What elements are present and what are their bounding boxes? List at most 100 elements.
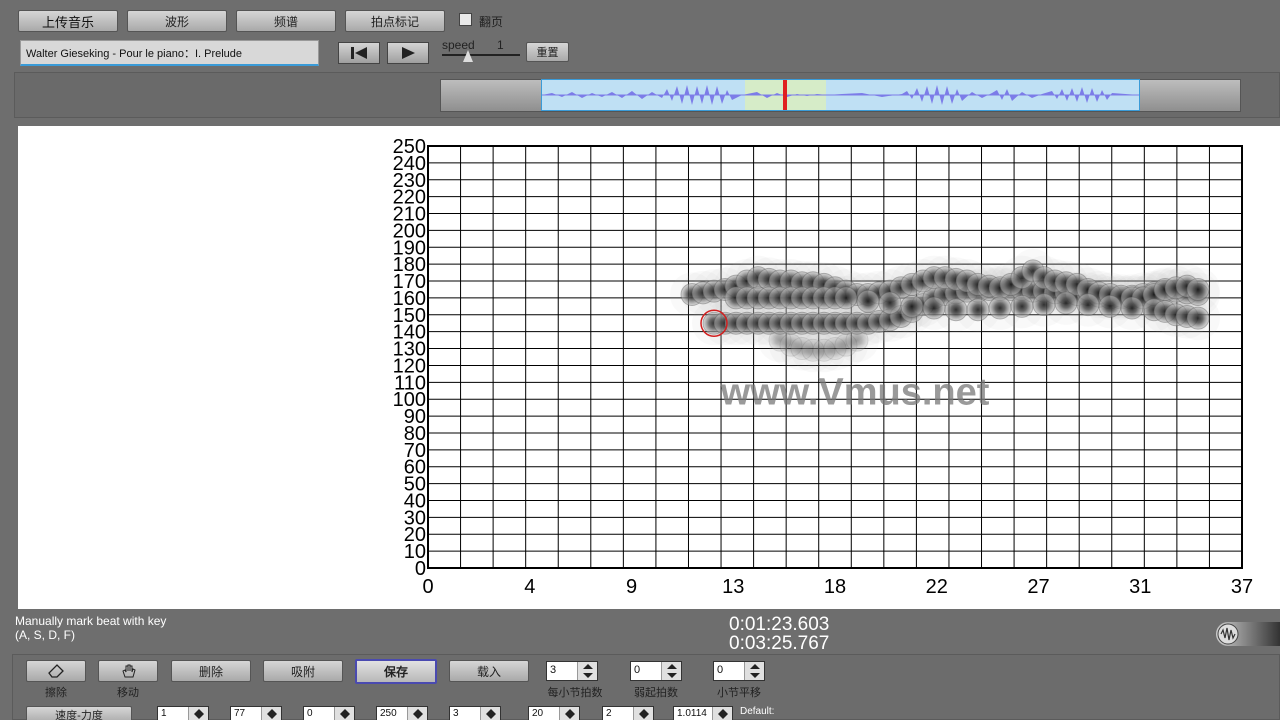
scatter-chart[interactable]: 0102030405060708090100110120130140150160… bbox=[18, 126, 1280, 609]
pickup-label: 弱起拍数 bbox=[634, 687, 678, 699]
waveform-button[interactable]: 波形 bbox=[127, 10, 227, 32]
pickup-value: 0 bbox=[634, 664, 641, 676]
waveform-toggle-icon bbox=[1217, 623, 1239, 645]
default-label: Default: bbox=[740, 706, 775, 717]
param-value-5: 3 bbox=[453, 708, 459, 719]
page-turn-checkbox[interactable] bbox=[459, 13, 472, 26]
param-field-1[interactable]: 1 bbox=[157, 706, 209, 720]
skip-to-start-button[interactable] bbox=[338, 42, 380, 64]
x-tick-label: 9 bbox=[626, 576, 637, 598]
data-point bbox=[1186, 277, 1210, 301]
stepper-arrows-icon[interactable] bbox=[633, 707, 653, 720]
speed-slider-track[interactable] bbox=[442, 54, 520, 56]
param-field-7[interactable]: 2 bbox=[602, 706, 654, 720]
stepper-arrows-icon[interactable] bbox=[712, 707, 732, 720]
data-point bbox=[856, 289, 880, 313]
data-point bbox=[1186, 306, 1210, 330]
data-point bbox=[900, 294, 924, 318]
data-point bbox=[1032, 293, 1056, 317]
stepper-arrows-icon[interactable] bbox=[334, 707, 354, 720]
data-point bbox=[1120, 296, 1144, 320]
beats-per-bar-label: 每小节拍数 bbox=[547, 687, 603, 699]
waveform-svg bbox=[542, 80, 1139, 110]
param-field-4[interactable]: 250 bbox=[376, 706, 428, 720]
x-tick-label: 31 bbox=[1129, 576, 1151, 598]
data-point bbox=[878, 291, 902, 315]
speed-value: 1 bbox=[497, 38, 504, 52]
x-tick-label: 37 bbox=[1231, 576, 1253, 598]
data-point bbox=[988, 296, 1012, 320]
pickup-stepper[interactable]: 0 bbox=[630, 661, 682, 681]
upload-music-button[interactable]: 上传音乐 bbox=[18, 10, 118, 32]
param-field-8[interactable]: 1.0114 bbox=[673, 706, 733, 720]
data-point bbox=[922, 296, 946, 320]
tempo-dynamics-button[interactable]: 速度-力度 bbox=[26, 706, 132, 720]
param-value-1: 1 bbox=[161, 708, 167, 719]
play-icon bbox=[402, 47, 415, 59]
data-point bbox=[845, 328, 869, 352]
data-point bbox=[1010, 294, 1034, 318]
instruction-line-2: (A, S, D, F) bbox=[15, 628, 75, 642]
data-point bbox=[944, 298, 968, 322]
beats-per-bar-stepper[interactable]: 3 bbox=[546, 661, 598, 681]
data-point bbox=[1076, 293, 1100, 317]
beat-mark-button[interactable]: 拍点标记 bbox=[345, 10, 445, 32]
page-turn-label: 翻页 bbox=[479, 15, 504, 29]
param-value-8: 1.0114 bbox=[677, 708, 707, 719]
param-field-6[interactable]: 20 bbox=[528, 706, 580, 720]
x-tick-label: 27 bbox=[1027, 576, 1049, 598]
data-point bbox=[1054, 291, 1078, 315]
stepper-arrows-icon[interactable] bbox=[407, 707, 427, 720]
x-tick-label: 4 bbox=[524, 576, 535, 598]
stepper-arrows-icon[interactable] bbox=[661, 662, 681, 680]
reset-button[interactable]: 重置 bbox=[526, 42, 569, 62]
total-time: 0:03:25.767 bbox=[729, 633, 830, 654]
stepper-arrows-icon[interactable] bbox=[577, 662, 597, 680]
watermark-text: www.Vmus.net bbox=[720, 371, 990, 413]
param-value-2: 77 bbox=[234, 708, 246, 719]
stepper-arrows-icon[interactable] bbox=[480, 707, 500, 720]
param-value-4: 250 bbox=[380, 708, 397, 719]
skip-back-icon bbox=[351, 47, 367, 59]
param-field-5[interactable]: 3 bbox=[449, 706, 501, 720]
param-field-3[interactable]: 0 bbox=[303, 706, 355, 720]
param-value-7: 2 bbox=[606, 708, 612, 719]
param-field-2[interactable]: 77 bbox=[230, 706, 282, 720]
beats-per-bar-value: 3 bbox=[550, 664, 557, 676]
play-button[interactable] bbox=[387, 42, 429, 64]
x-tick-label: 22 bbox=[926, 576, 948, 598]
volume-toggle[interactable] bbox=[1216, 622, 1280, 646]
x-tick-label: 13 bbox=[722, 576, 744, 598]
stepper-arrows-icon[interactable] bbox=[188, 707, 208, 720]
param-value-6: 20 bbox=[532, 708, 544, 719]
stepper-arrows-icon[interactable] bbox=[744, 662, 764, 680]
stepper-arrows-icon[interactable] bbox=[261, 707, 281, 720]
spectrum-button[interactable]: 频谱 bbox=[236, 10, 336, 32]
save-button[interactable]: 保存 bbox=[355, 659, 437, 684]
plot-canvas[interactable]: 0 10 20 30 40 50 60 70 80 90 100 110 120 130 140 150 160… bbox=[18, 126, 1280, 609]
param-value-3: 0 bbox=[307, 708, 313, 719]
eraser-icon bbox=[48, 664, 64, 678]
bar-shift-stepper[interactable]: 0 bbox=[713, 661, 765, 681]
snap-button[interactable]: 吸附 bbox=[263, 660, 343, 682]
bar-shift-value: 0 bbox=[717, 664, 724, 676]
move-button[interactable] bbox=[98, 660, 158, 682]
delete-button[interactable]: 删除 bbox=[171, 660, 251, 682]
move-label: 移动 bbox=[117, 687, 139, 699]
stepper-arrows-icon[interactable] bbox=[559, 707, 579, 720]
instruction-line-1: Manually mark beat with key bbox=[15, 614, 167, 628]
overview-waveform[interactable] bbox=[541, 79, 1140, 111]
x-tick-label: 18 bbox=[824, 576, 846, 598]
erase-label: 擦除 bbox=[45, 687, 67, 699]
erase-button[interactable] bbox=[26, 660, 86, 682]
y-tick-label: 250 bbox=[393, 136, 426, 158]
x-tick-label: 0 bbox=[422, 576, 433, 598]
data-point bbox=[834, 286, 858, 310]
data-point bbox=[1098, 294, 1122, 318]
song-title-field[interactable]: Walter Gieseking - Pour le piano：I. Prel… bbox=[20, 40, 319, 66]
speed-slider-thumb[interactable] bbox=[463, 50, 473, 62]
data-point bbox=[966, 298, 990, 322]
bar-shift-label: 小节平移 bbox=[717, 687, 761, 699]
hand-icon bbox=[122, 664, 136, 678]
load-button[interactable]: 载入 bbox=[449, 660, 529, 682]
